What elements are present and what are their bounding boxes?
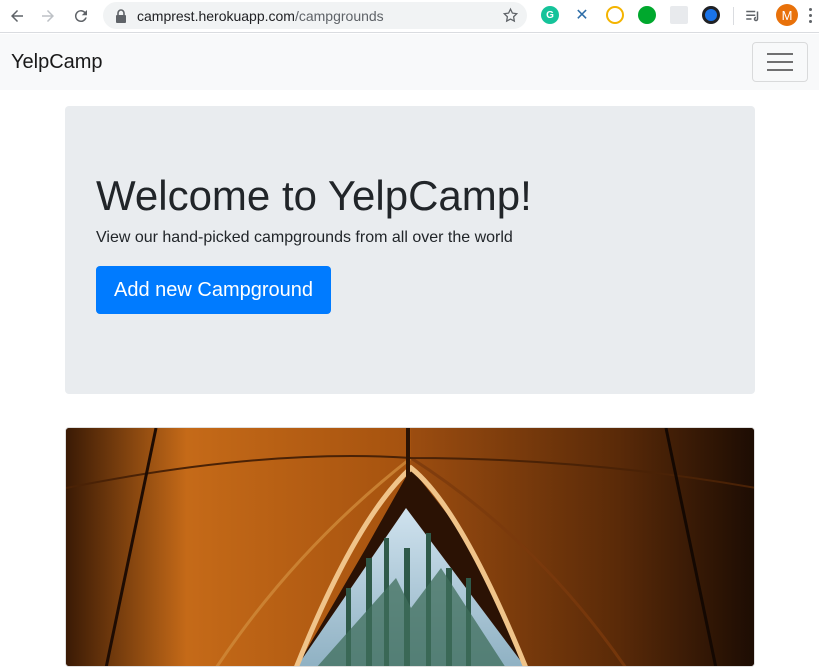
browser-menu-icon[interactable] — [809, 8, 813, 24]
reading-list-icon[interactable] — [744, 7, 762, 25]
grid-ext-icon[interactable] — [670, 6, 688, 24]
url-host: camprest.herokuapp.com — [137, 7, 295, 24]
page-title: Welcome to YelpCamp! — [96, 172, 532, 219]
forward-arrow-icon — [42, 10, 54, 22]
hamburger-icon-bar — [767, 69, 793, 71]
reload-button[interactable] — [66, 1, 96, 31]
page-lead-text: View our hand-picked campgrounds from al… — [96, 229, 513, 246]
back-arrow-icon — [11, 10, 23, 22]
profile-avatar[interactable]: M — [776, 4, 798, 26]
add-campground-button[interactable]: Add new Campground — [96, 266, 331, 314]
browser-toolbar: camprest.herokuapp.com/campgrounds G ✕ M — [0, 0, 819, 33]
campground-card[interactable] — [65, 427, 755, 667]
back-button[interactable] — [2, 1, 32, 31]
forward-button[interactable] — [33, 1, 63, 31]
x-tool-icon[interactable]: ✕ — [573, 6, 591, 24]
navbar-toggler-button[interactable] — [752, 42, 808, 82]
grammarly-icon[interactable]: G — [541, 6, 559, 24]
circle-ext-icon[interactable] — [702, 6, 720, 24]
hamburger-icon-bar — [767, 53, 793, 55]
campground-image — [66, 428, 754, 666]
reload-icon — [74, 10, 87, 23]
chrome-ext-icon[interactable] — [606, 6, 624, 24]
url-path: /campgrounds — [294, 7, 384, 24]
bookmark-star-icon[interactable] — [502, 7, 519, 24]
welcome-jumbotron: Welcome to YelpCamp! View our hand-picke… — [65, 106, 755, 394]
navbar-brand[interactable]: YelpCamp — [11, 51, 103, 74]
address-bar[interactable]: camprest.herokuapp.com/campgrounds — [103, 2, 527, 29]
toolbar-divider — [733, 7, 734, 25]
app-navbar: YelpCamp — [0, 34, 819, 90]
hamburger-icon-bar — [767, 61, 793, 63]
lock-icon — [116, 8, 126, 23]
evernote-icon[interactable] — [638, 6, 656, 24]
